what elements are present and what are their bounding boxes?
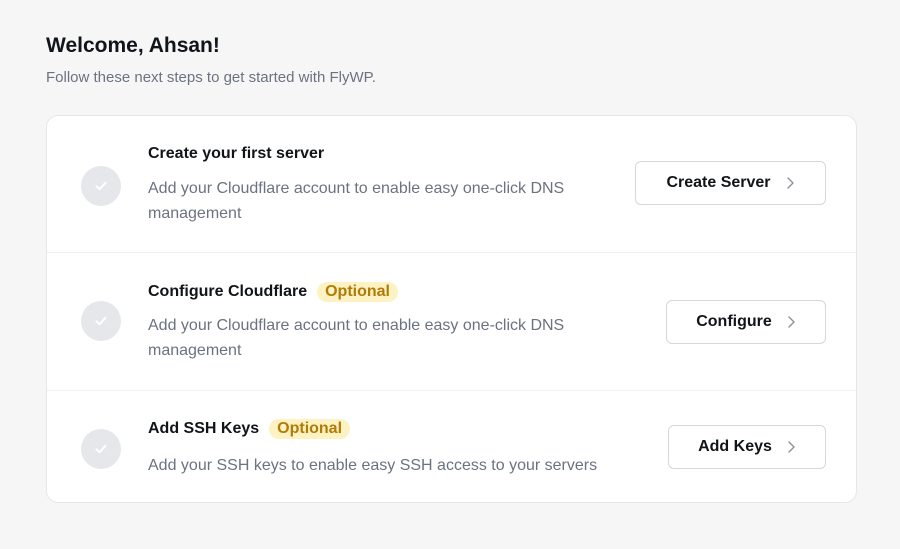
step-title: Create your first server: [148, 144, 324, 164]
step-title-text: Create your first server: [148, 145, 325, 162]
step-description: Add your Cloudflare account to enable ea…: [148, 317, 565, 359]
step-configure-cloudflare: Configure Cloudflare Optional Add your C…: [47, 253, 856, 391]
add-keys-button[interactable]: Add Keys: [668, 425, 826, 469]
onboarding-steps-card: Create your first server Add your Cloudf…: [46, 115, 857, 503]
check-icon: [81, 301, 121, 341]
add-keys-button-label: Add Keys: [698, 438, 772, 455]
step-title: Add SSH Keys Optional: [148, 419, 351, 439]
configure-button-label: Configure: [696, 313, 772, 330]
step-create-server: Create your first server Add your Cloudf…: [47, 116, 856, 253]
chevron-right-icon: [785, 176, 795, 190]
create-server-button-label: Create Server: [666, 174, 771, 191]
step-description: Add your Cloudflare account to enable ea…: [148, 180, 565, 222]
optional-badge: Optional: [317, 282, 398, 302]
optional-badge: Optional: [269, 419, 351, 439]
welcome-header: Welcome, Ahsan! Follow these next steps …: [46, 32, 376, 88]
check-icon: [81, 429, 121, 469]
configure-button[interactable]: Configure: [666, 300, 826, 344]
chevron-right-icon: [786, 440, 796, 454]
step-title: Configure Cloudflare Optional: [148, 282, 398, 302]
page-title: Welcome, Ahsan!: [46, 34, 220, 57]
step-description: Add your SSH keys to enable easy SSH acc…: [148, 457, 598, 474]
page-subtitle: Follow these next steps to get started w…: [46, 69, 376, 86]
step-title-text: Add SSH Keys: [148, 420, 260, 437]
create-server-button[interactable]: Create Server: [635, 161, 826, 205]
step-title-text: Configure Cloudflare: [148, 283, 308, 300]
chevron-right-icon: [786, 315, 796, 329]
step-add-ssh-keys: Add SSH Keys Optional Add your SSH keys …: [47, 391, 856, 503]
check-icon: [81, 166, 121, 206]
